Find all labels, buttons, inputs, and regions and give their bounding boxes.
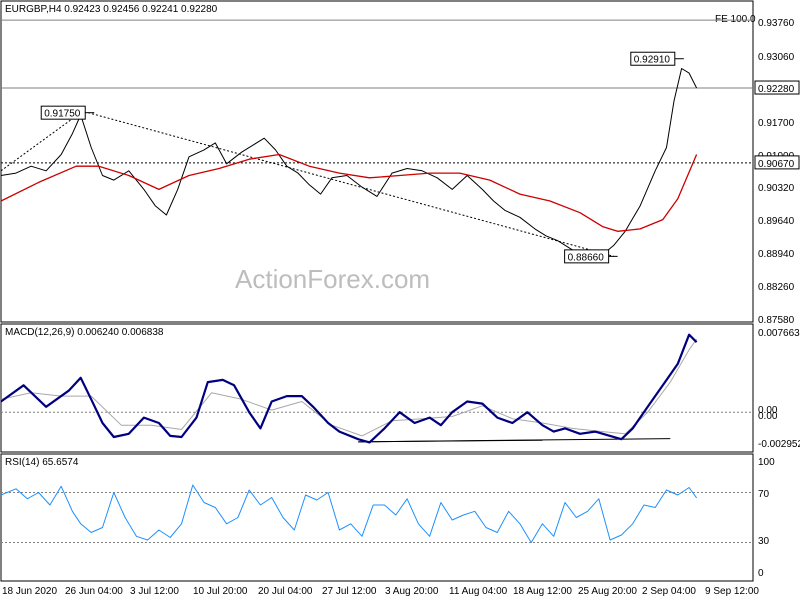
x-tick-label: 20 Jul 04:00 xyxy=(258,586,313,597)
x-tick-label: 18 Aug 12:00 xyxy=(513,586,572,597)
rsi-tick: 30 xyxy=(758,536,770,547)
macd-tick: 0.007663 xyxy=(758,328,800,339)
price-pane-title: EURGBP,H4 0.92423 0.92456 0.92241 0.9228… xyxy=(5,4,218,15)
price-annotation-label: 0.91750 xyxy=(44,109,81,120)
x-tick-label: 3 Jul 12:00 xyxy=(130,586,179,597)
macd-pane-title: MACD(12,26,9) 0.006240 0.006838 xyxy=(5,327,164,338)
x-tick-label: 2 Sep 04:00 xyxy=(642,586,696,597)
price-tick: 0.91700 xyxy=(758,118,795,129)
x-tick-label: 10 Jul 20:00 xyxy=(193,586,248,597)
price-tick: 0.88940 xyxy=(758,249,795,260)
price-tick: 0.88260 xyxy=(758,282,795,293)
chart-canvas: ActionForex.com EURGBP,H4 0.92423 0.9245… xyxy=(0,0,800,600)
macd-tick: 0.00 xyxy=(758,411,778,422)
price-annotation-label: 0.88660 xyxy=(568,252,605,263)
chart-background xyxy=(0,0,800,600)
rsi-tick: 0 xyxy=(758,568,764,579)
macd-tick: -0.002952 xyxy=(758,439,800,450)
fe-label: FE 100.0 xyxy=(715,14,756,25)
price-tick: 0.93060 xyxy=(758,52,795,63)
x-tick-label: 18 Jun 2020 xyxy=(2,586,57,597)
price-tick: 0.90320 xyxy=(758,183,795,194)
rsi-tick: 100 xyxy=(758,457,775,468)
price-tick: 0.89640 xyxy=(758,216,795,227)
x-tick-label: 3 Aug 20:00 xyxy=(385,586,439,597)
x-tick-label: 11 Aug 04:00 xyxy=(449,586,508,597)
rsi-pane-title: RSI(14) 65.6574 xyxy=(5,457,79,468)
watermark: ActionForex.com xyxy=(235,264,430,294)
price-tick: 0.93760 xyxy=(758,18,795,29)
x-tick-label: 9 Sep 12:00 xyxy=(705,586,759,597)
support-level-tag-text: 0.90670 xyxy=(758,159,795,170)
price-annotation-label: 0.92910 xyxy=(634,55,671,66)
x-tick-label: 25 Aug 20:00 xyxy=(578,586,637,597)
x-tick-label: 27 Jul 12:00 xyxy=(322,586,377,597)
rsi-tick: 70 xyxy=(758,489,770,500)
price-tick: 0.87580 xyxy=(758,315,795,326)
current-price-tag-text: 0.92280 xyxy=(758,84,795,95)
x-tick-label: 26 Jun 04:00 xyxy=(65,586,123,597)
